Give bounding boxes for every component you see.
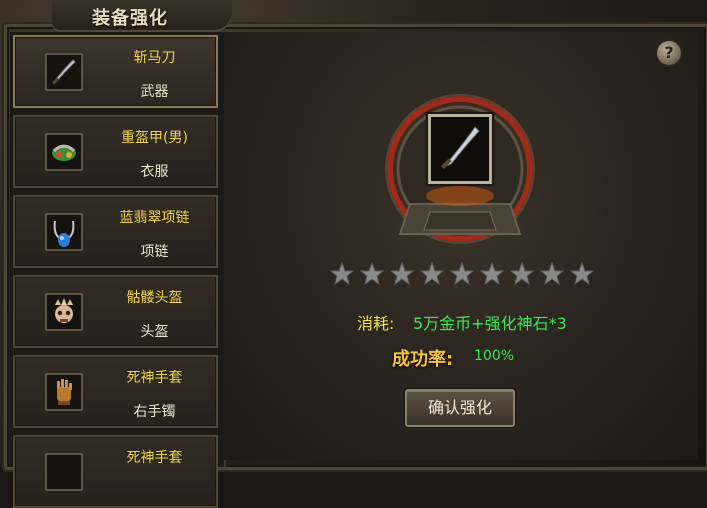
equipment-item-sword[interactable]: 斩马刀 武器 (13, 35, 218, 108)
equipment-type: 衣服 (140, 164, 169, 180)
star-icon (449, 262, 475, 286)
equipment-item-helmet[interactable]: 骷髅头盔 头盔 (13, 275, 218, 348)
equipment-type: 武器 (140, 84, 169, 100)
equipment-type: 右手镯 (133, 404, 176, 420)
equipment-type: 头盔 (140, 324, 169, 340)
equipment-name: 死神手套 (126, 450, 183, 466)
equipment-item-gauntlet[interactable]: 死神手套 右手镯 (13, 355, 218, 428)
star-icon (509, 262, 535, 286)
gauntlet-icon (45, 373, 83, 411)
armor-icon (45, 133, 83, 171)
equipment-item-armor[interactable]: 重盔甲(男) 衣服 (13, 115, 218, 188)
success-rate-label: 成功率: (392, 349, 454, 370)
confirm-enhance-button[interactable]: 确认强化 (405, 389, 515, 427)
star-icon (359, 262, 385, 286)
star-icon (569, 262, 595, 286)
enhance-item-slot[interactable] (428, 114, 492, 184)
equipment-list[interactable]: 斩马刀 武器 重盔甲(男) 衣服 蓝翡翠项链 项链 骷髅头盔 头盔 死神手套 右… (10, 32, 226, 508)
equipment-name: 重盔甲(男) (121, 130, 188, 146)
skull-helmet-icon (45, 293, 83, 331)
help-button[interactable]: ? (655, 39, 683, 67)
cost-value: 5万金币+强化神石*3 (413, 314, 567, 333)
star-icon (539, 262, 565, 286)
equipment-name: 死神手套 (126, 370, 183, 386)
equipment-name: 蓝翡翠项链 (119, 210, 190, 226)
equipment-item-gauntlet-2[interactable]: 死神手套 (13, 435, 218, 508)
sword-icon (441, 126, 480, 169)
star-icon (389, 262, 415, 286)
star-icon (479, 262, 505, 286)
success-rate-value: 100% (474, 348, 515, 364)
equipment-item-necklace[interactable]: 蓝翡翠项链 项链 (13, 195, 218, 268)
enhance-stars (330, 262, 595, 286)
necklace-icon (45, 213, 83, 251)
star-icon (330, 262, 355, 286)
sword-icon (45, 53, 83, 91)
star-icon (419, 262, 445, 286)
equipment-name: 骷髅头盔 (126, 290, 183, 306)
cost-label: 消耗: (357, 314, 395, 333)
equipment-type: 项链 (140, 244, 169, 260)
equipment-name: 斩马刀 (133, 50, 176, 66)
window-title: 装备强化 (92, 8, 168, 29)
gauntlet-icon (45, 453, 83, 491)
